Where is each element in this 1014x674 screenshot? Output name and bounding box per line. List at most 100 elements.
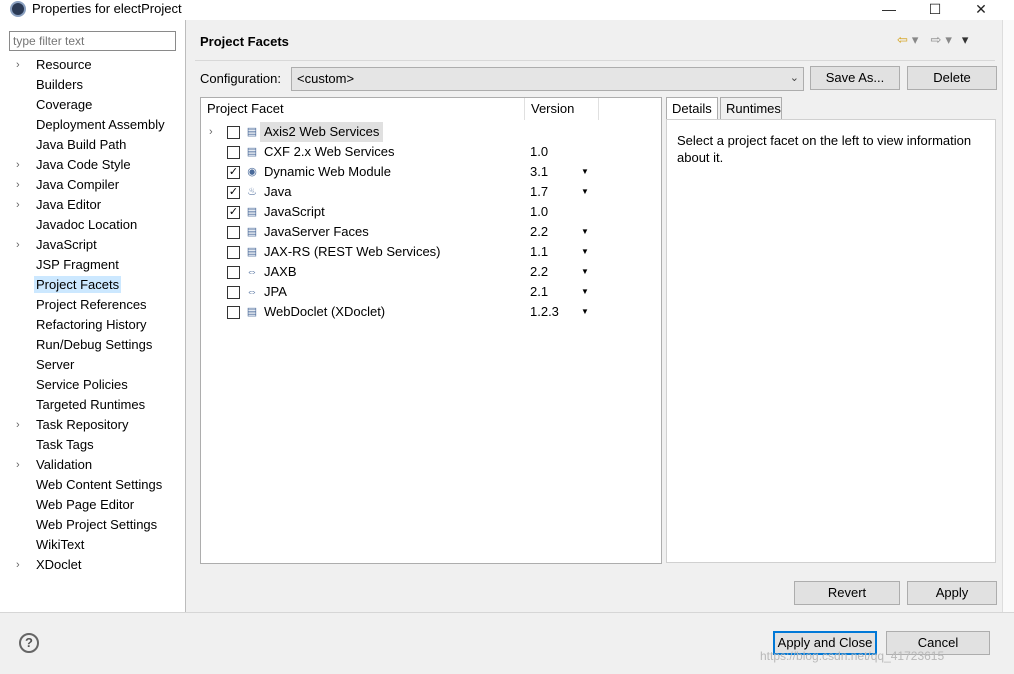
facet-row[interactable]: ✓ ▤ JavaScript 1.0: [201, 202, 661, 222]
tab-details[interactable]: Details: [666, 97, 718, 119]
help-icon[interactable]: ?: [19, 633, 39, 653]
facet-row[interactable]: ✓ ♨ Java 1.7 ▼: [201, 182, 661, 202]
details-message: Select a project facet on the left to vi…: [666, 119, 996, 563]
sidebar-item-label: Javadoc Location: [36, 217, 138, 232]
sidebar-item[interactable]: Deployment Assembly: [0, 115, 186, 135]
sidebar-item[interactable]: › Java Code Style: [0, 155, 186, 175]
page-icon: ▤: [246, 306, 258, 318]
forward-menu-icon[interactable]: ▾: [945, 32, 952, 48]
facet-version[interactable]: 1.1: [530, 242, 548, 262]
facet-checkbox[interactable]: ✓: [227, 166, 240, 179]
version-dropdown-icon[interactable]: ▼: [581, 262, 589, 282]
column-header-facet[interactable]: Project Facet: [201, 98, 525, 120]
facet-row[interactable]: ▤ WebDoclet (XDoclet) 1.2.3 ▼: [201, 302, 661, 322]
version-dropdown-icon[interactable]: ▼: [581, 182, 589, 202]
filter-input[interactable]: [9, 31, 176, 51]
sidebar-item[interactable]: Run/Debug Settings: [0, 335, 186, 355]
minimize-button[interactable]: —: [866, 0, 912, 20]
apply-button[interactable]: Apply: [907, 581, 997, 605]
facet-checkbox[interactable]: ✓: [227, 206, 240, 219]
facet-row[interactable]: ▤ JAX-RS (REST Web Services) 1.1 ▼: [201, 242, 661, 262]
sidebar-item-label: Task Tags: [36, 437, 94, 452]
facet-version[interactable]: 2.2: [530, 262, 548, 282]
sidebar-item[interactable]: Targeted Runtimes: [0, 395, 186, 415]
column-header-version[interactable]: Version: [525, 98, 599, 120]
chevron-right-icon[interactable]: ›: [16, 155, 20, 175]
sidebar-item[interactable]: Refactoring History: [0, 315, 186, 335]
facet-checkbox[interactable]: ✓: [227, 186, 240, 199]
sidebar-item[interactable]: › Validation: [0, 455, 186, 475]
chevron-right-icon[interactable]: ›: [16, 235, 20, 255]
forward-arrow-icon[interactable]: ⇨: [930, 32, 941, 48]
sidebar-item[interactable]: › JavaScript: [0, 235, 186, 255]
facet-checkbox[interactable]: [227, 306, 240, 319]
version-dropdown-icon[interactable]: ▼: [581, 302, 589, 322]
sidebar-item[interactable]: WikiText: [0, 535, 186, 555]
facet-checkbox[interactable]: [227, 126, 240, 139]
sidebar-item-label: Targeted Runtimes: [36, 397, 146, 412]
facet-version[interactable]: 2.1: [530, 282, 548, 302]
sidebar-item[interactable]: Builders: [0, 75, 186, 95]
sidebar-item[interactable]: Task Tags: [0, 435, 186, 455]
sidebar-item[interactable]: Coverage: [0, 95, 186, 115]
sidebar-item[interactable]: Javadoc Location: [0, 215, 186, 235]
chevron-right-icon[interactable]: ›: [16, 455, 20, 475]
sidebar-item[interactable]: Project References: [0, 295, 186, 315]
sidebar-item[interactable]: › Resource: [0, 55, 186, 75]
facet-row[interactable]: ✓ ◉ Dynamic Web Module 3.1 ▼: [201, 162, 661, 182]
facet-row[interactable]: › ▤ Axis2 Web Services: [201, 122, 661, 142]
maximize-button[interactable]: ☐: [912, 0, 958, 20]
sidebar-item[interactable]: › XDoclet: [0, 555, 186, 575]
window-title: Properties for electProject: [32, 1, 182, 16]
sidebar-item[interactable]: › Java Compiler: [0, 175, 186, 195]
facet-version[interactable]: 1.0: [530, 142, 548, 162]
back-menu-icon[interactable]: ▾: [912, 32, 919, 48]
sidebar-item[interactable]: Web Content Settings: [0, 475, 186, 495]
revert-button[interactable]: Revert: [794, 581, 900, 605]
sidebar-item[interactable]: Project Facets: [0, 275, 186, 295]
facet-version[interactable]: 1.7: [530, 182, 548, 202]
sidebar-item-label: Validation: [36, 457, 93, 472]
sidebar-item[interactable]: Web Page Editor: [0, 495, 186, 515]
chevron-right-icon[interactable]: ›: [209, 122, 213, 142]
version-dropdown-icon[interactable]: ▼: [581, 282, 589, 302]
save-as-button[interactable]: Save As...: [810, 66, 900, 90]
facet-version[interactable]: 1.2.3: [530, 302, 559, 322]
delete-button[interactable]: Delete: [907, 66, 997, 90]
configuration-dropdown[interactable]: <custom> ⌄: [291, 67, 804, 91]
sidebar-item[interactable]: Server: [0, 355, 186, 375]
facet-checkbox[interactable]: [227, 146, 240, 159]
sidebar-item[interactable]: Web Project Settings: [0, 515, 186, 535]
chevron-right-icon[interactable]: ›: [16, 55, 20, 75]
version-dropdown-icon[interactable]: ▼: [581, 242, 589, 262]
facet-version[interactable]: 3.1: [530, 162, 548, 182]
version-dropdown-icon[interactable]: ▼: [581, 222, 589, 242]
view-menu-icon[interactable]: ▾: [962, 32, 969, 48]
facets-table: Project Facet Version › ▤ Axis2 Web Servic…: [200, 97, 662, 564]
page-title: Project Facets: [200, 34, 289, 49]
facet-checkbox[interactable]: [227, 266, 240, 279]
version-dropdown-icon[interactable]: ▼: [581, 162, 589, 182]
facet-row[interactable]: ⇔ JAXB 2.2 ▼: [201, 262, 661, 282]
facet-row[interactable]: ⇔ JPA 2.1 ▼: [201, 282, 661, 302]
details-panel: Details Runtimes Select a project facet …: [666, 97, 996, 564]
chevron-right-icon[interactable]: ›: [16, 195, 20, 215]
chevron-right-icon[interactable]: ›: [16, 415, 20, 435]
sidebar-item[interactable]: › Java Editor: [0, 195, 186, 215]
chevron-right-icon[interactable]: ›: [16, 555, 20, 575]
back-arrow-icon[interactable]: ⇦: [897, 32, 908, 48]
facet-row[interactable]: ▤ CXF 2.x Web Services 1.0: [201, 142, 661, 162]
chevron-right-icon[interactable]: ›: [16, 175, 20, 195]
facet-checkbox[interactable]: [227, 246, 240, 259]
facet-version[interactable]: 2.2: [530, 222, 548, 242]
sidebar-item[interactable]: Java Build Path: [0, 135, 186, 155]
sidebar-item[interactable]: Service Policies: [0, 375, 186, 395]
close-window-button[interactable]: ✕: [958, 0, 1004, 20]
facet-version[interactable]: 1.0: [530, 202, 548, 222]
facet-checkbox[interactable]: [227, 286, 240, 299]
sidebar-item[interactable]: › Task Repository: [0, 415, 186, 435]
facet-checkbox[interactable]: [227, 226, 240, 239]
sidebar-item[interactable]: JSP Fragment: [0, 255, 186, 275]
tab-runtimes[interactable]: Runtimes: [720, 97, 782, 119]
facet-row[interactable]: ▤ JavaServer Faces 2.2 ▼: [201, 222, 661, 242]
